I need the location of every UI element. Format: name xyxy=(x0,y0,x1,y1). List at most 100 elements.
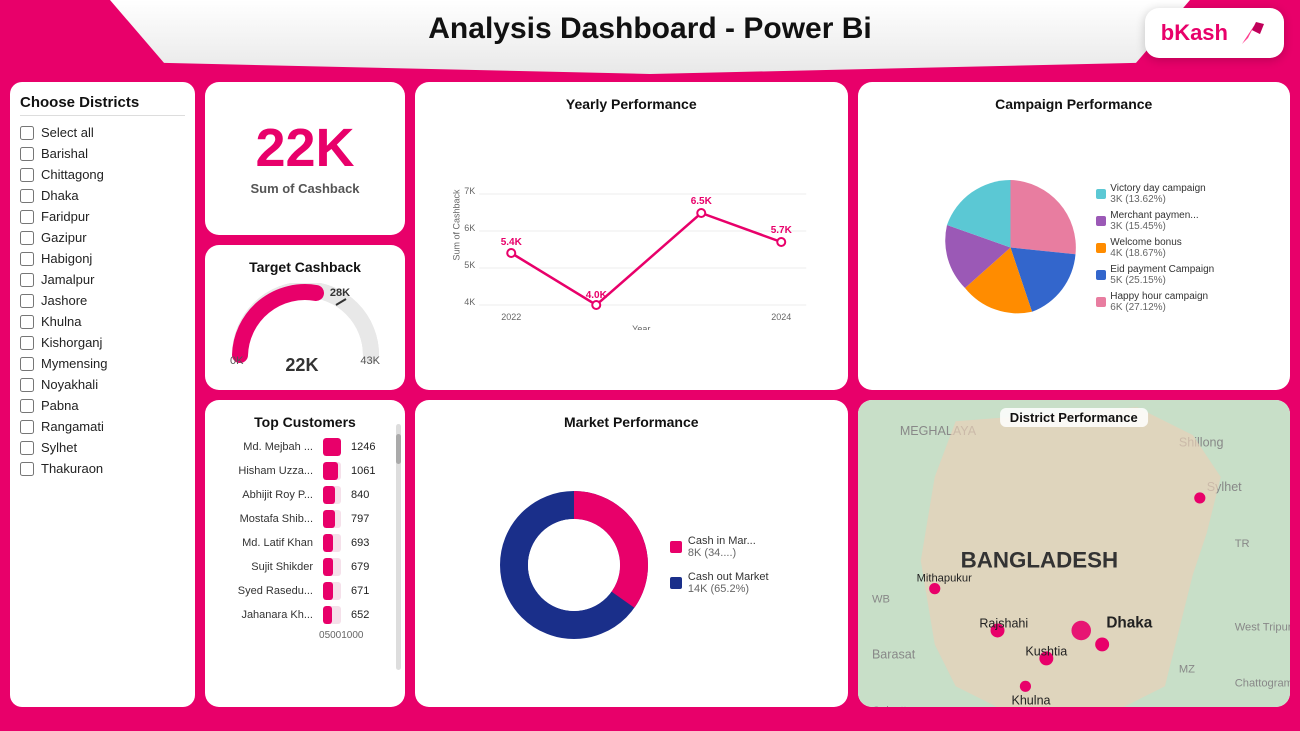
campaign-title: Campaign Performance xyxy=(872,96,1277,112)
market-title: Market Performance xyxy=(429,414,834,430)
yearly-chart: Sum of Cashback 4K 5K 6K 7K xyxy=(429,120,834,330)
svg-text:Year: Year xyxy=(632,324,650,330)
kpi-label: Sum of Cashback xyxy=(250,181,359,196)
gauge-current: 22K xyxy=(285,355,318,376)
bar-row: Sujit Shikder 679 xyxy=(223,558,387,576)
bar-label: Hisham Uzza... xyxy=(223,465,313,477)
bar-value: 1061 xyxy=(351,465,387,477)
select-all-item[interactable]: Select all xyxy=(20,122,185,143)
svg-text:Khulna: Khulna xyxy=(1011,693,1050,707)
svg-text:6.5K: 6.5K xyxy=(691,196,713,207)
svg-text:4.0K: 4.0K xyxy=(586,290,608,301)
yearly-card: Yearly Performance Sum of Cashback 4K 5K… xyxy=(415,82,848,390)
bar-track xyxy=(323,534,341,552)
bar-track xyxy=(323,558,341,576)
map-title-label: District Performance xyxy=(1000,408,1148,427)
campaign-legend-merchant: Merchant paymen...3K (15.45%) xyxy=(1110,210,1198,232)
bar-track xyxy=(323,606,341,624)
page-title: Analysis Dashboard - Power Bi xyxy=(130,12,1170,46)
bar-fill xyxy=(323,534,333,552)
district-item-dhaka[interactable]: Dhaka xyxy=(20,185,185,206)
district-item-sylhet[interactable]: Sylhet xyxy=(20,437,185,458)
campaign-pie xyxy=(933,170,1088,325)
svg-text:Sum of Cashback: Sum of Cashback xyxy=(451,189,461,261)
bird-icon xyxy=(1234,16,1268,50)
svg-text:Calcutta: Calcutta xyxy=(871,705,913,707)
district-item-faridpur[interactable]: Faridpur xyxy=(20,206,185,227)
kpi-value: 22K xyxy=(255,121,354,175)
select-all-label: Select all xyxy=(41,125,94,140)
customers-title: Top Customers xyxy=(219,414,391,430)
bar-fill xyxy=(323,606,332,624)
district-item-rangamati[interactable]: Rangamati xyxy=(20,416,185,437)
district-item-thakuraon[interactable]: Thakuraon xyxy=(20,458,185,479)
bar-value: 693 xyxy=(351,537,387,549)
bar-track xyxy=(323,438,341,456)
district-item-noyakhali[interactable]: Noyakhali xyxy=(20,374,185,395)
bar-row: Jahanara Kh... 652 xyxy=(223,606,387,624)
bar-track xyxy=(323,462,341,480)
customers-card: Top Customers Md. Mejbah ... 1246 Hisham… xyxy=(205,400,405,708)
district-item-jamalpur[interactable]: Jamalpur xyxy=(20,269,185,290)
bar-track xyxy=(323,510,341,528)
logo-text: bKash xyxy=(1161,20,1228,46)
svg-text:TR: TR xyxy=(1234,537,1249,549)
district-item-jashore[interactable]: Jashore xyxy=(20,290,185,311)
bar-track xyxy=(323,582,341,600)
bar-track xyxy=(323,486,341,504)
bar-row: Md. Mejbah ... 1246 xyxy=(223,438,387,456)
x-tick-500: 500 xyxy=(325,630,342,641)
svg-text:6K: 6K xyxy=(464,223,475,233)
svg-text:5.7K: 5.7K xyxy=(771,225,793,236)
bar-label: Jahanara Kh... xyxy=(223,609,313,621)
svg-text:Kushtia: Kushtia xyxy=(1025,644,1067,658)
district-item-mymensing[interactable]: Mymensing xyxy=(20,353,185,374)
district-item-gazipur[interactable]: Gazipur xyxy=(20,227,185,248)
bar-label: Sujit Shikder xyxy=(223,561,313,573)
campaign-card: Campaign Performance xyxy=(858,82,1291,390)
svg-text:Barasat: Barasat xyxy=(871,647,915,661)
yearly-title: Yearly Performance xyxy=(429,96,834,112)
district-item-pabna[interactable]: Pabna xyxy=(20,395,185,416)
bar-value: 1246 xyxy=(351,441,387,453)
svg-text:5K: 5K xyxy=(464,260,475,270)
bar-row: Hisham Uzza... 1061 xyxy=(223,462,387,480)
svg-text:Chattogram...: Chattogram... xyxy=(1234,677,1290,689)
campaign-legend-welcome: Welcome bonus4K (18.67%) xyxy=(1110,237,1182,259)
bangladesh-map: MEGHALAYA Shillong Sylhet WB TR West Tri… xyxy=(858,400,1291,708)
bar-fill xyxy=(323,582,333,600)
bar-label: Md. Latif Khan xyxy=(223,537,313,549)
district-item-kishorganj[interactable]: Kishorganj xyxy=(20,332,185,353)
svg-text:Rajshahi: Rajshahi xyxy=(979,616,1028,630)
gauge-card: Target Cashback 28K 0K 22K 43K xyxy=(205,245,405,390)
svg-text:28K: 28K xyxy=(329,287,349,299)
svg-text:7K: 7K xyxy=(464,186,475,196)
svg-text:WB: WB xyxy=(871,593,889,605)
districts-sidebar: Choose Districts Select all Barishal Chi… xyxy=(10,82,195,707)
bar-row: Syed Rasedu... 671 xyxy=(223,582,387,600)
svg-text:Dhaka: Dhaka xyxy=(1106,614,1152,631)
bar-fill xyxy=(323,510,335,528)
bar-fill xyxy=(323,486,335,504)
district-item-chittagong[interactable]: Chittagong xyxy=(20,164,185,185)
district-map-card: District Performance MEGHALAYA Shillong … xyxy=(858,400,1291,708)
district-list: Barishal Chittagong Dhaka Faridpur Gazip… xyxy=(20,143,185,479)
bar-value: 652 xyxy=(351,609,387,621)
district-item-habigonj[interactable]: Habigonj xyxy=(20,248,185,269)
select-all-checkbox[interactable] xyxy=(20,126,34,140)
x-tick-1000: 1000 xyxy=(341,630,363,641)
svg-text:Mithapukur: Mithapukur xyxy=(916,572,971,584)
bar-label: Md. Mejbah ... xyxy=(223,441,313,453)
district-item-barishal[interactable]: Barishal xyxy=(20,143,185,164)
bar-label: Syed Rasedu... xyxy=(223,585,313,597)
sidebar-title: Choose Districts xyxy=(20,94,185,116)
bar-fill xyxy=(323,438,341,456)
bar-row: Mostafa Shib... 797 xyxy=(223,510,387,528)
svg-text:BANGLADESH: BANGLADESH xyxy=(960,547,1117,572)
district-item-khulna[interactable]: Khulna xyxy=(20,311,185,332)
gauge-svg: 28K xyxy=(228,283,383,363)
market-cashout-label: Cash out Market14K (65.2%) xyxy=(688,571,769,595)
gauge-min: 0K xyxy=(230,355,243,376)
svg-text:5.4K: 5.4K xyxy=(501,237,523,248)
bar-fill xyxy=(323,462,338,480)
